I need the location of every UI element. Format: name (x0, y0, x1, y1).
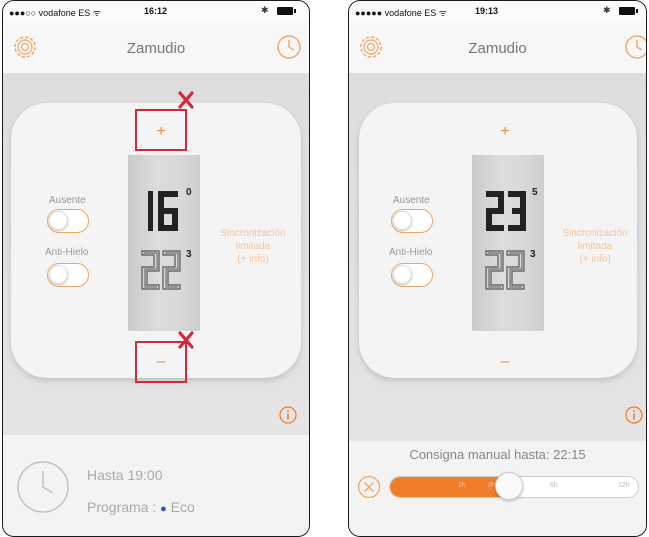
page-title: Zamudio (468, 40, 527, 57)
thermostat-panel: + 5 3 – Ausente Anti-Hielo Sincronizació… (359, 103, 637, 378)
ambient-decimal: 3 (186, 249, 192, 260)
setpoint-decimal: 0 (186, 187, 192, 198)
sync-line-2: limitada (235, 241, 271, 252)
mode-label-away: Ausente (393, 195, 430, 206)
toggle-knob (393, 211, 412, 230)
info-icon[interactable] (279, 406, 297, 424)
carrier-signal: ●●●●● vodafone ES ᯤ (355, 8, 447, 18)
bluetooth-icon: ✱ (603, 5, 611, 15)
manual-setpoint-until: Consigna manual hasta: 22:15 (409, 447, 586, 462)
sync-line-3: (+ info) (579, 254, 611, 265)
sync-line-1: Sincronización (220, 228, 286, 239)
schedule-footer: Hasta 19:00 Programa : ● Eco (3, 435, 309, 536)
away-toggle[interactable] (47, 209, 89, 233)
phone-screen-left: ●●●○○ vodafone ES ᯤ 16:12 ✱ Zamudio + 0 (2, 0, 310, 537)
slider-tick-6h: 6h (550, 482, 558, 489)
antifreeze-toggle[interactable] (47, 263, 89, 287)
clock-icon (17, 461, 69, 513)
mode-label-away: Ausente (49, 195, 86, 206)
program-dot-icon: ● (160, 503, 167, 515)
toggle-knob (49, 265, 68, 284)
status-bar: ●●●●● vodafone ES ᯤ 19:13 ✱ (349, 1, 646, 21)
setpoint-decimal: 5 (532, 187, 538, 198)
setpoint-digits (148, 191, 178, 231)
program-prefix: Programa : (87, 499, 161, 515)
schedule-until: Hasta 19:00 (87, 467, 163, 483)
mode-label-antifreeze: Anti-Hielo (45, 247, 89, 258)
manual-footer: Consigna manual hasta: 22:15 1h 2h 6h 12… (349, 441, 646, 536)
status-time: 16:12 (144, 6, 168, 16)
duration-slider-knob[interactable] (495, 472, 523, 500)
temperature-display: 0 3 (128, 155, 200, 331)
ambient-digits (485, 250, 525, 290)
carrier-signal: ●●●○○ vodafone ES ᯤ (9, 8, 101, 18)
thermostat-area: + 5 3 – Ausente Anti-Hielo Sincronizació… (349, 73, 646, 443)
annotation-x-icon (178, 331, 194, 349)
away-toggle[interactable] (391, 209, 433, 233)
increase-button[interactable]: + (495, 123, 515, 141)
sync-line-3: (+ info) (237, 254, 269, 265)
decrease-button[interactable]: – (495, 353, 515, 371)
battery-icon (619, 7, 638, 15)
ambient-decimal: 3 (530, 249, 536, 260)
toggle-knob (393, 265, 412, 284)
bluetooth-icon: ✱ (261, 5, 269, 15)
antifreeze-toggle[interactable] (391, 263, 433, 287)
cancel-icon[interactable] (357, 475, 381, 499)
program-line[interactable]: Programa : ● Eco (87, 499, 195, 515)
info-icon[interactable] (625, 406, 643, 424)
sync-line-2: limitada (577, 241, 613, 252)
app-header: Zamudio (3, 21, 309, 73)
sync-status-link[interactable]: Sincronización limitada (+ info) (553, 227, 637, 266)
setpoint-digits (486, 191, 526, 231)
page-title: Zamudio (126, 40, 186, 57)
slider-tick-12h: 12h (618, 482, 630, 489)
annotation-box-plus (135, 109, 187, 151)
ambient-digits (141, 250, 181, 290)
sync-line-1: Sincronización (562, 228, 628, 239)
program-name: Eco (166, 499, 195, 515)
slider-tick-1h: 1h (458, 482, 466, 489)
sync-status-link[interactable]: Sincronización limitada (+ info) (211, 227, 295, 266)
battery-icon (277, 7, 296, 15)
mode-label-antifreeze: Anti-Hielo (389, 247, 433, 258)
phone-screen-right: ●●●●● vodafone ES ᯤ 19:13 ✱ Zamudio + 5 (348, 0, 647, 537)
status-time: 19:13 (475, 6, 499, 16)
clock-icon[interactable] (275, 33, 303, 61)
annotation-x-icon (178, 91, 194, 109)
temperature-display: 5 3 (472, 155, 544, 331)
app-header: Zamudio (349, 21, 646, 73)
status-bar: ●●●○○ vodafone ES ᯤ 16:12 ✱ (3, 1, 309, 21)
toggle-knob (49, 211, 68, 230)
clock-icon[interactable] (623, 33, 647, 61)
